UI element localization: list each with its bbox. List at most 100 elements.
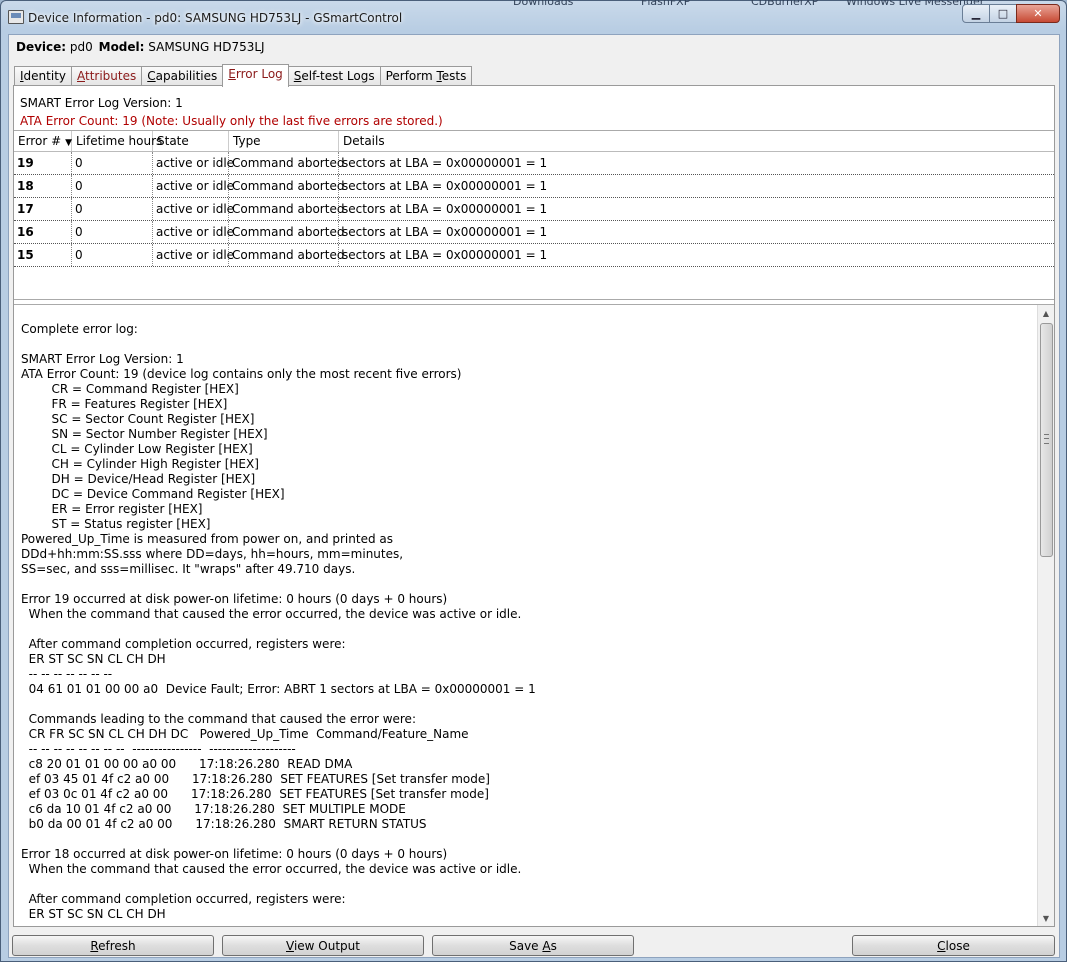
app-icon <box>8 10 24 24</box>
device-value: pd0 <box>69 40 93 54</box>
error-table: Error # ▼ Lifetime hours State Type Detai… <box>14 130 1054 300</box>
cell-hours: 0 <box>72 244 153 266</box>
tab-perform-tests[interactable]: Perform Tests <box>379 66 473 86</box>
button-text: Save <box>509 939 543 953</box>
table-row[interactable]: 18 0 active or idle Command aborted sect… <box>14 175 1054 198</box>
cell-hours: 0 <box>72 175 153 197</box>
cell-details: sectors at LBA = 0x00000001 = 1 <box>342 202 548 216</box>
minimize-button[interactable]: ▁ <box>962 4 990 23</box>
save-as-button[interactable]: Save As <box>432 935 634 956</box>
cell-state: active or idle <box>153 244 234 266</box>
col-state[interactable]: State <box>153 131 229 151</box>
close-icon: ✕ <box>1033 7 1043 20</box>
close-window-button[interactable]: ✕ <box>1016 4 1060 23</box>
tab-text: Perform <box>385 69 437 83</box>
button-text: lose <box>945 939 970 953</box>
tab-text: rror Log <box>235 67 283 81</box>
bg-item-downloads: Downloads <box>513 0 574 8</box>
tab-capabilities[interactable]: Capabilities <box>141 66 224 86</box>
cell-error-num: 15 <box>14 244 72 266</box>
button-row: Refresh View Output Save As Close <box>9 935 1059 959</box>
cell-details: sectors at LBA = 0x00000001 = 1 <box>342 248 548 262</box>
scroll-up-icon[interactable]: ▲ <box>1038 305 1054 321</box>
minimize-icon: ▁ <box>971 7 981 20</box>
col-lifetime-hours[interactable]: Lifetime hours <box>72 131 162 151</box>
bg-item-flashfxp: FlashFXP <box>641 0 691 8</box>
button-mnemonic: R <box>90 939 99 953</box>
tab-text: ttributes <box>85 69 137 83</box>
error-log-summary: SMART Error Log Version: 1 ATA Error Cou… <box>20 94 443 130</box>
cell-details: sectors at LBA = 0x00000001 = 1 <box>342 179 548 193</box>
tab-mnemonic: A <box>77 69 85 83</box>
cell-type: Command aborted <box>229 152 344 174</box>
complete-log-text: Complete error log: SMART Error Log Vers… <box>21 322 536 921</box>
maximize-button[interactable]: □ <box>989 4 1017 23</box>
bg-item-cdburnerxp: CDBurnerXP <box>751 0 819 8</box>
close-button[interactable]: Close <box>852 935 1055 956</box>
device-info-window: Downloads FlashFXP CDBurnerXP Windows Li… <box>0 0 1067 962</box>
complete-error-log[interactable]: Complete error log: SMART Error Log Vers… <box>14 304 1054 926</box>
cell-state: active or idle <box>153 221 234 243</box>
cell-error-num: 16 <box>14 221 72 243</box>
sort-down-icon: ▼ <box>65 138 73 148</box>
cell-hours: 0 <box>72 152 153 174</box>
table-row[interactable]: 15 0 active or idle Command aborted sect… <box>14 244 1054 267</box>
cell-hours: 0 <box>72 198 153 220</box>
cell-type: Command aborted <box>229 175 344 197</box>
button-text: iew Output <box>293 939 360 953</box>
tab-text: elf-test Logs <box>301 69 375 83</box>
button-mnemonic: A <box>542 939 551 953</box>
device-label: Device: <box>16 40 67 54</box>
maximize-icon: □ <box>997 7 1009 20</box>
tab-text: ests <box>441 69 467 83</box>
cell-details: sectors at LBA = 0x00000001 = 1 <box>342 156 548 170</box>
log-scrollbar[interactable]: ▲ ▼ <box>1037 305 1054 926</box>
cell-type: Command aborted <box>229 244 344 266</box>
cell-state: active or idle <box>153 198 234 220</box>
cell-details: sectors at LBA = 0x00000001 = 1 <box>342 225 548 239</box>
device-header: Device: pd0 Model: SAMSUNG HD753LJ <box>16 40 265 54</box>
table-row[interactable]: 17 0 active or idle Command aborted sect… <box>14 198 1054 221</box>
cell-type: Command aborted <box>229 221 344 243</box>
button-text: s <box>550 939 557 953</box>
table-row[interactable]: 16 0 active or idle Command aborted sect… <box>14 221 1054 244</box>
title-bar[interactable]: Downloads FlashFXP CDBurnerXP Windows Li… <box>1 0 1066 35</box>
view-output-button[interactable]: View Output <box>222 935 424 956</box>
tab-mnemonic: C <box>147 69 156 83</box>
table-row[interactable]: 19 0 active or idle Command aborted sect… <box>14 152 1054 175</box>
col-details[interactable]: Details <box>339 131 1054 151</box>
cell-state: active or idle <box>153 175 234 197</box>
tab-self-test-logs[interactable]: Self-test Logs <box>287 66 381 86</box>
cell-error-num: 17 <box>14 198 72 220</box>
refresh-button[interactable]: Refresh <box>12 935 214 956</box>
button-mnemonic: V <box>286 939 294 953</box>
tab-error-log[interactable]: Error Log <box>222 64 289 87</box>
scrollbar-thumb[interactable] <box>1040 323 1053 557</box>
tab-text: dentity <box>23 69 66 83</box>
grip-icon <box>1044 434 1049 444</box>
error-count: ATA Error Count: 19 (Note: Usually only … <box>20 114 443 128</box>
window-controls: ▁ □ ✕ <box>962 4 1060 23</box>
button-text: efresh <box>98 939 136 953</box>
model-label: Model: <box>98 40 145 54</box>
col-label: Error # <box>18 134 62 148</box>
model-value: SAMSUNG HD753LJ <box>148 40 265 54</box>
window-title: Device Information - pd0: SAMSUNG HD753L… <box>28 11 403 25</box>
cell-hours: 0 <box>72 221 153 243</box>
col-type[interactable]: Type <box>229 131 339 151</box>
error-log-panel: SMART Error Log Version: 1 ATA Error Cou… <box>13 85 1055 927</box>
tab-text: apabilities <box>155 69 218 83</box>
tab-mnemonic: E <box>228 67 236 81</box>
cell-error-num: 19 <box>14 152 72 174</box>
button-mnemonic: C <box>937 939 946 953</box>
scroll-down-icon[interactable]: ▼ <box>1038 910 1054 926</box>
cell-state: active or idle <box>153 152 234 174</box>
log-version: SMART Error Log Version: 1 <box>20 96 183 110</box>
tab-bar: Identity Attributes Capabilities Error L… <box>14 64 473 87</box>
col-error-num[interactable]: Error # ▼ <box>14 131 72 151</box>
tab-attributes[interactable]: Attributes <box>71 66 143 86</box>
tab-identity[interactable]: Identity <box>14 66 72 86</box>
cell-error-num: 18 <box>14 175 72 197</box>
client-area: Device: pd0 Model: SAMSUNG HD753LJ Ident… <box>8 34 1060 958</box>
cell-type: Command aborted <box>229 198 344 220</box>
